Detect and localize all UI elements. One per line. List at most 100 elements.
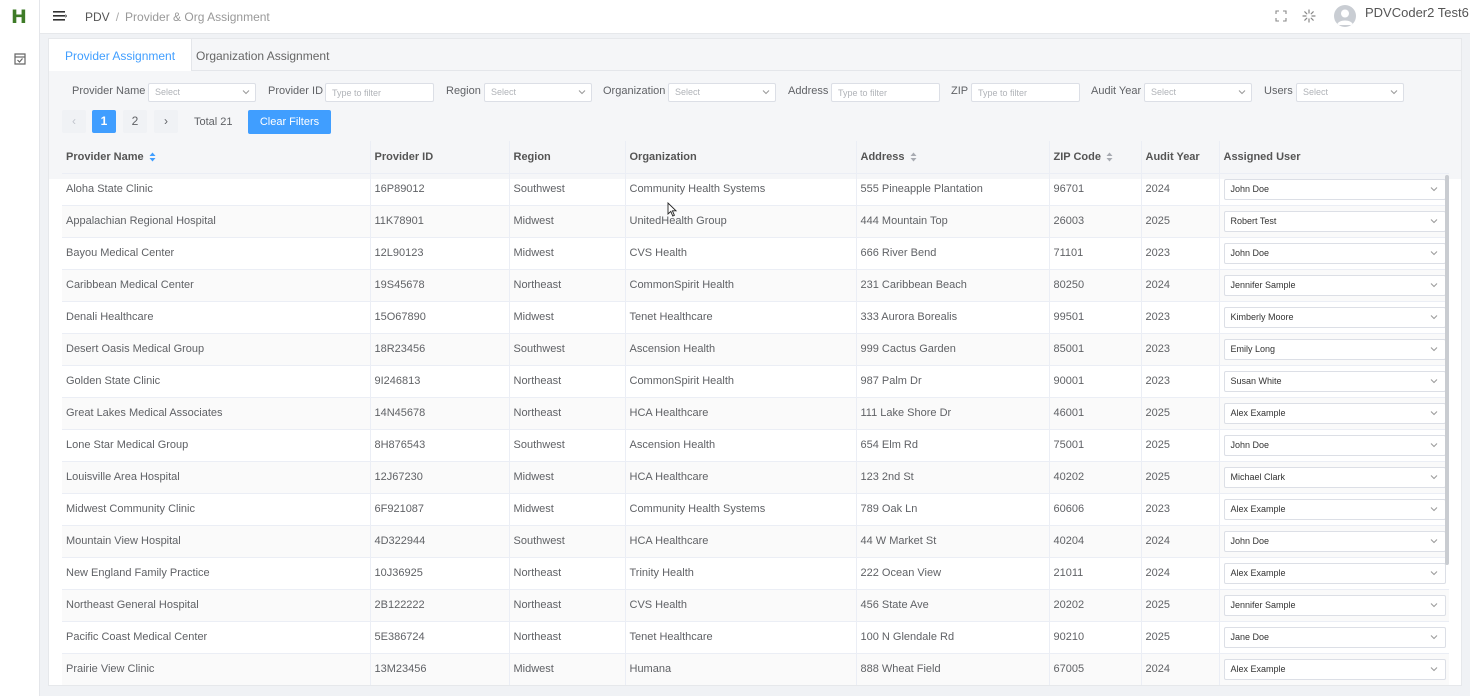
cell-organization: Community Health Systems xyxy=(625,173,857,206)
provider-name-select[interactable]: Select xyxy=(148,83,256,102)
cell-address: 123 2nd St xyxy=(856,461,1050,494)
assigned-user-select[interactable]: Jennifer Sample xyxy=(1223,594,1446,616)
table-scrollbar[interactable] xyxy=(1445,175,1449,565)
cell-provider-name: Caribbean Medical Center xyxy=(62,269,371,302)
filter-label-region: Region xyxy=(446,85,481,97)
zip-input[interactable] xyxy=(971,83,1080,102)
sort-icon[interactable] xyxy=(910,152,917,162)
cell-audit-year: 2023 xyxy=(1141,333,1220,366)
cell-zip-code: 40204 xyxy=(1049,525,1142,558)
assigned-user-select[interactable]: Alex Example xyxy=(1223,562,1446,584)
pagination-next-button[interactable]: › xyxy=(154,110,178,133)
col-header-address[interactable]: Address xyxy=(856,141,1050,174)
assigned-user-select[interactable]: Kimberly Moore xyxy=(1223,306,1446,328)
cell-zip-code: 80250 xyxy=(1049,269,1142,302)
col-header-provider-name[interactable]: Provider Name xyxy=(62,141,371,174)
cell-assigned-user: John Doe xyxy=(1219,237,1449,270)
tab-bar: Provider Assignment Organization Assignm… xyxy=(49,39,1461,72)
user-avatar-icon[interactable] xyxy=(1334,5,1356,27)
cell-provider-name: Northeast General Hospital xyxy=(62,589,371,622)
assigned-user-select[interactable]: John Doe xyxy=(1223,178,1446,200)
breadcrumb-root[interactable]: PDV xyxy=(85,10,110,24)
cell-assigned-user: Jane Doe xyxy=(1219,621,1449,654)
cell-provider-name: Mountain View Hospital xyxy=(62,525,371,558)
col-header-zip-code[interactable]: ZIP Code xyxy=(1049,141,1142,174)
cell-audit-year: 2024 xyxy=(1141,653,1220,685)
assigned-user-select[interactable]: Jane Doe xyxy=(1223,626,1446,648)
chevron-down-icon xyxy=(1430,506,1437,511)
clear-filters-button[interactable]: Clear Filters xyxy=(248,110,331,134)
users-select[interactable]: Select xyxy=(1296,83,1404,102)
assigned-user-select[interactable]: Alex Example xyxy=(1223,402,1446,424)
assigned-user-select[interactable]: John Doe xyxy=(1223,242,1446,264)
assigned-user-value: Alex Example xyxy=(1230,503,1286,514)
table-row: Mountain View Hospital 4D322944 Southwest H… xyxy=(62,525,1449,558)
logo-h-icon: H xyxy=(11,6,27,28)
pagination-page-2[interactable]: 2 xyxy=(123,110,147,133)
cell-region: Southwest xyxy=(509,525,626,558)
pagination-prev-button[interactable]: ‹ xyxy=(62,110,86,133)
cell-address: 888 Wheat Field xyxy=(856,653,1050,685)
cell-organization: Humana xyxy=(625,653,857,685)
provider-id-input[interactable] xyxy=(325,83,434,102)
chevron-down-icon xyxy=(1430,378,1437,383)
table-row: Appalachian Regional Hospital 11K78901 Mid… xyxy=(62,205,1449,238)
assigned-user-select[interactable]: Susan White xyxy=(1223,370,1446,392)
cell-provider-name: Prairie View Clinic xyxy=(62,653,371,685)
cell-provider-id: 6F921087 xyxy=(370,493,510,526)
cell-provider-id: 9I246813 xyxy=(370,365,510,398)
sort-icon[interactable] xyxy=(149,152,156,162)
tab-provider-assignment[interactable]: Provider Assignment xyxy=(49,39,193,72)
region-select[interactable]: Select xyxy=(484,83,592,102)
cell-provider-id: 15O67890 xyxy=(370,301,510,334)
tab-organization-assignment[interactable]: Organization Assignment xyxy=(180,39,345,71)
col-header-region: Region xyxy=(509,141,626,174)
assigned-user-select[interactable]: Jennifer Sample xyxy=(1223,274,1446,296)
cell-zip-code: 99501 xyxy=(1049,301,1142,334)
assigned-user-select[interactable]: John Doe xyxy=(1223,530,1446,552)
table-row: Aloha State Clinic 16P89012 Southwest Commu… xyxy=(62,173,1449,206)
cell-provider-name: Appalachian Regional Hospital xyxy=(62,205,371,238)
cell-provider-name: Lone Star Medical Group xyxy=(62,429,371,462)
cell-assigned-user: Alex Example xyxy=(1219,397,1449,430)
assigned-user-select[interactable]: Michael Clark xyxy=(1223,466,1446,488)
assigned-user-value: John Doe xyxy=(1230,535,1270,546)
filter-label-provider-name: Provider Name xyxy=(72,85,146,97)
cell-assigned-user: Jennifer Sample xyxy=(1219,269,1449,302)
cell-zip-code: 46001 xyxy=(1049,397,1142,430)
cell-region: Southwest xyxy=(509,429,626,462)
cell-provider-id: 14N45678 xyxy=(370,397,510,430)
chevron-down-icon xyxy=(1430,442,1437,447)
organization-select[interactable]: Select xyxy=(668,83,776,102)
chevron-down-icon xyxy=(1430,602,1437,607)
assigned-user-select[interactable]: Alex Example xyxy=(1223,658,1446,680)
table-row: Midwest Community Clinic 6F921087 Midwest C… xyxy=(62,493,1449,526)
chevron-down-icon xyxy=(1430,666,1437,671)
cell-assigned-user: John Doe xyxy=(1219,525,1449,558)
cell-audit-year: 2023 xyxy=(1141,301,1220,334)
spinner-icon[interactable] xyxy=(1302,9,1316,23)
fullscreen-icon[interactable] xyxy=(1274,9,1288,23)
assigned-user-select[interactable]: Alex Example xyxy=(1223,498,1446,520)
menu-fold-icon[interactable] xyxy=(53,10,67,22)
table-row: Pacific Coast Medical Center 5E386724 Nort… xyxy=(62,621,1449,654)
cell-provider-name: Bayou Medical Center xyxy=(62,237,371,270)
audit-year-select[interactable]: Select xyxy=(1144,83,1252,102)
cell-provider-name: Aloha State Clinic xyxy=(62,173,371,206)
filter-label-users: Users xyxy=(1264,85,1293,97)
assigned-user-select[interactable]: Emily Long xyxy=(1223,338,1446,360)
pagination-page-1[interactable]: 1 xyxy=(92,110,116,133)
cell-audit-year: 2024 xyxy=(1141,525,1220,558)
chevron-down-icon xyxy=(762,90,770,95)
cell-organization: Tenet Healthcare xyxy=(625,621,857,654)
pagination-total: Total 21 xyxy=(194,116,233,128)
sort-icon[interactable] xyxy=(1106,152,1113,162)
cell-region: Midwest xyxy=(509,493,626,526)
cell-address: 231 Caribbean Beach xyxy=(856,269,1050,302)
assigned-user-select[interactable]: Robert Test xyxy=(1223,210,1446,232)
assigned-user-select[interactable]: John Doe xyxy=(1223,434,1446,456)
address-input[interactable] xyxy=(831,83,940,102)
inbox-check-icon[interactable] xyxy=(13,52,27,66)
cell-zip-code: 60606 xyxy=(1049,493,1142,526)
user-name[interactable]: PDVCoder2 Test6 xyxy=(1365,5,1469,20)
